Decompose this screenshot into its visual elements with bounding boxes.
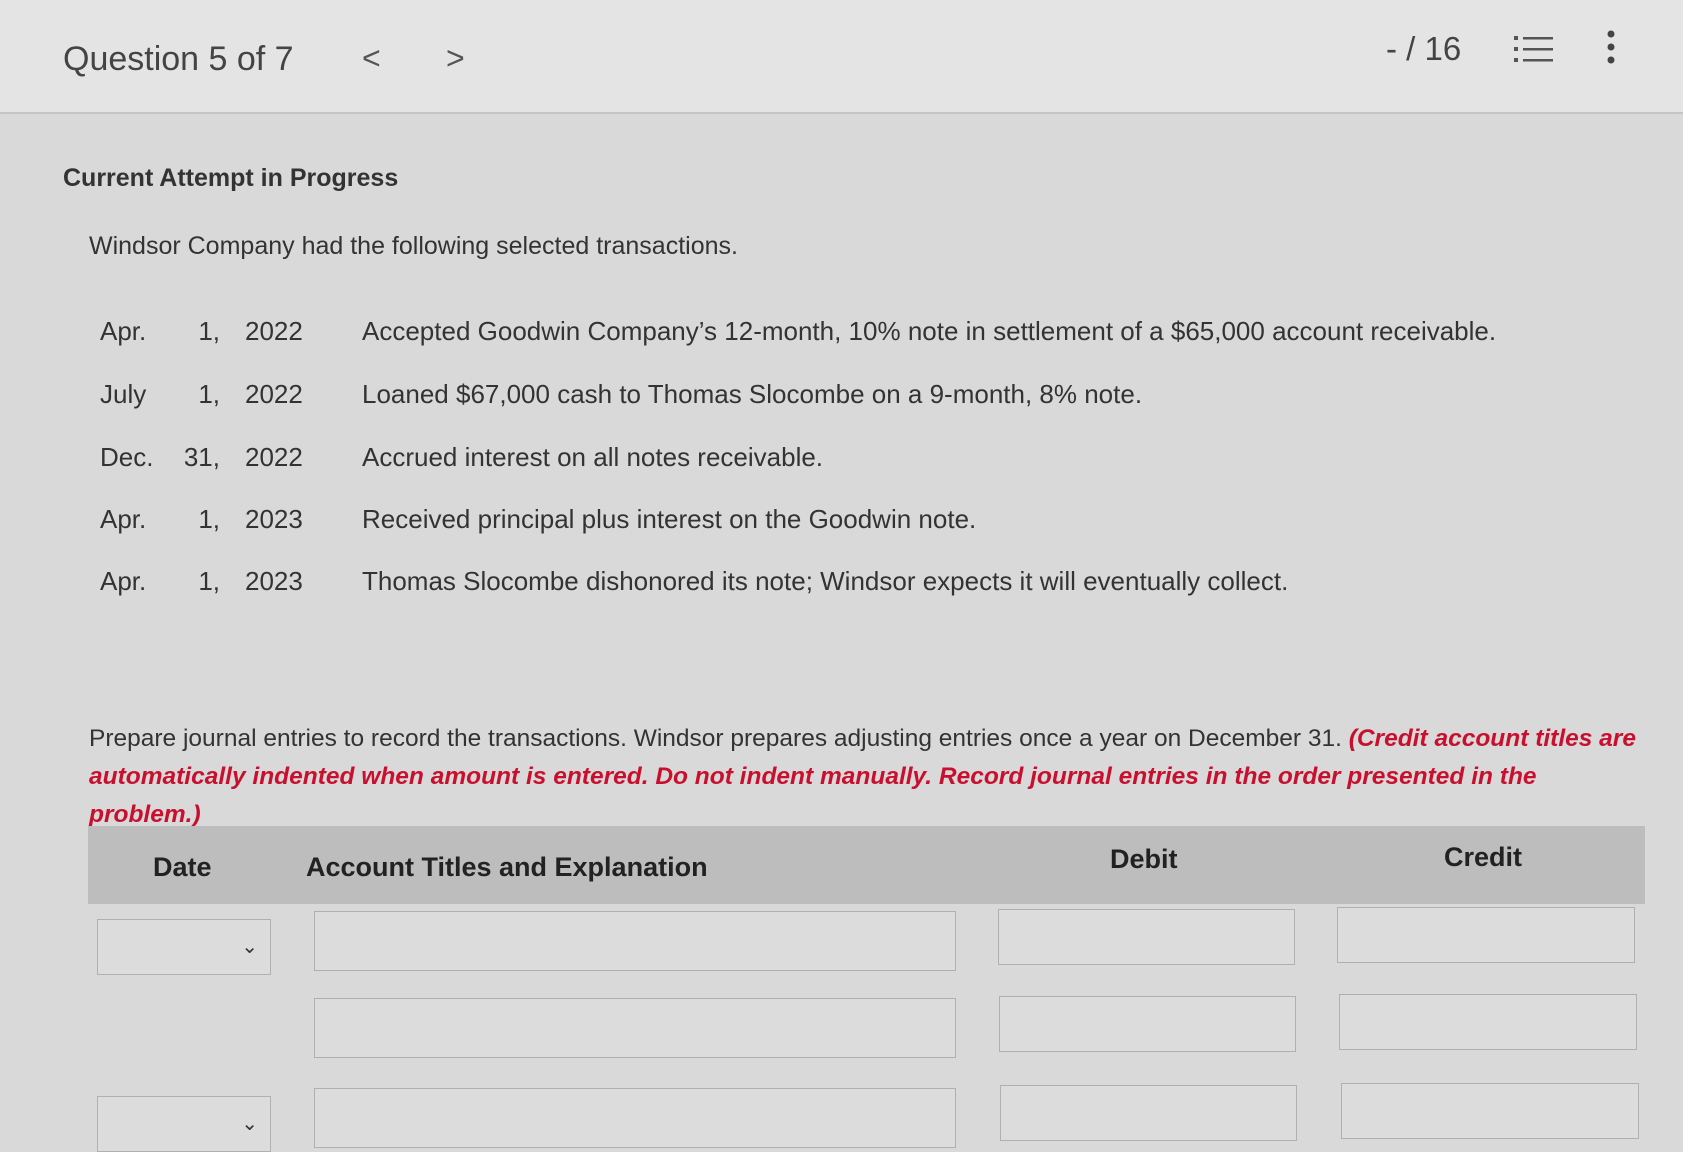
transaction-description: Loaned $67,000 cash to Thomas Slocombe o… <box>362 379 1143 409</box>
transaction-row: July 1, 2022 Loaned $67,000 cash to Thom… <box>100 379 1600 415</box>
transaction-month: Dec. <box>100 442 154 472</box>
transaction-description: Thomas Slocombe dishonored its note; Win… <box>362 566 1289 596</box>
debit-input[interactable] <box>1000 1085 1297 1141</box>
credit-input[interactable] <box>1341 1083 1639 1139</box>
transaction-day: 1, <box>198 504 220 534</box>
transaction-description: Accepted Goodwin Company’s 12-month, 10%… <box>362 316 1497 346</box>
chevron-down-icon: ⌄ <box>241 1113 258 1135</box>
transaction-row: Apr. 1, 2023 Received principal plus int… <box>100 504 1600 540</box>
question-content: Current Attempt in Progress Windsor Comp… <box>0 114 1683 1152</box>
question-counter: Question 5 of 7 <box>63 40 294 78</box>
column-header-debit: Debit <box>1110 844 1178 874</box>
transaction-year: 2022 <box>245 316 303 346</box>
debit-input[interactable] <box>998 909 1295 965</box>
transaction-year: 2022 <box>245 379 303 409</box>
transaction-day: 31, <box>183 442 220 472</box>
transaction-year: 2023 <box>245 504 303 534</box>
column-header-account: Account Titles and Explanation <box>306 852 708 882</box>
transaction-year: 2023 <box>245 566 303 596</box>
list-icon[interactable] <box>1514 34 1554 64</box>
transaction-year: 2022 <box>245 442 303 472</box>
transaction-day: 1, <box>198 316 220 346</box>
chevron-down-icon: ⌄ <box>241 936 258 958</box>
transaction-description: Received principal plus interest on the … <box>362 504 977 534</box>
more-vertical-icon[interactable] <box>1604 30 1618 64</box>
journal-table-header: Date Account Titles and Explanation Debi… <box>88 826 1645 904</box>
account-title-input[interactable] <box>314 1088 956 1148</box>
account-title-input[interactable] <box>314 998 956 1058</box>
score-display: - / 16 <box>1386 30 1462 67</box>
account-title-input[interactable] <box>314 911 956 971</box>
credit-input[interactable] <box>1337 907 1635 963</box>
transaction-description: Accrued interest on all notes receivable… <box>362 442 824 472</box>
next-question-button[interactable]: > <box>446 40 465 77</box>
date-select[interactable]: ⌄ <box>97 919 271 975</box>
credit-input[interactable] <box>1339 994 1637 1050</box>
transaction-month: July <box>100 379 147 409</box>
column-header-credit: Credit <box>1444 842 1523 872</box>
question-intro: Windsor Company had the following select… <box>89 232 738 260</box>
transaction-month: Apr. <box>100 504 147 534</box>
top-bar: Question 5 of 7 < > - / 16 <box>0 0 1683 114</box>
transaction-row: Apr. 1, 2023 Thomas Slocombe dishonored … <box>100 566 1600 602</box>
transaction-month: Apr. <box>100 316 147 346</box>
transaction-row: Apr. 1, 2022 Accepted Goodwin Company’s … <box>100 316 1600 352</box>
previous-question-button[interactable]: < <box>362 40 381 77</box>
debit-input[interactable] <box>999 996 1296 1052</box>
column-header-date: Date <box>153 852 212 882</box>
instructions-text: Prepare journal entries to record the tr… <box>89 725 1342 752</box>
instructions: Prepare journal entries to record the tr… <box>89 720 1649 834</box>
transaction-month: Apr. <box>100 566 147 596</box>
transaction-row: Dec. 31, 2022 Accrued interest on all no… <box>100 442 1600 478</box>
transaction-day: 1, <box>198 379 220 409</box>
attempt-status: Current Attempt in Progress <box>63 164 399 192</box>
transaction-day: 1, <box>198 566 220 596</box>
